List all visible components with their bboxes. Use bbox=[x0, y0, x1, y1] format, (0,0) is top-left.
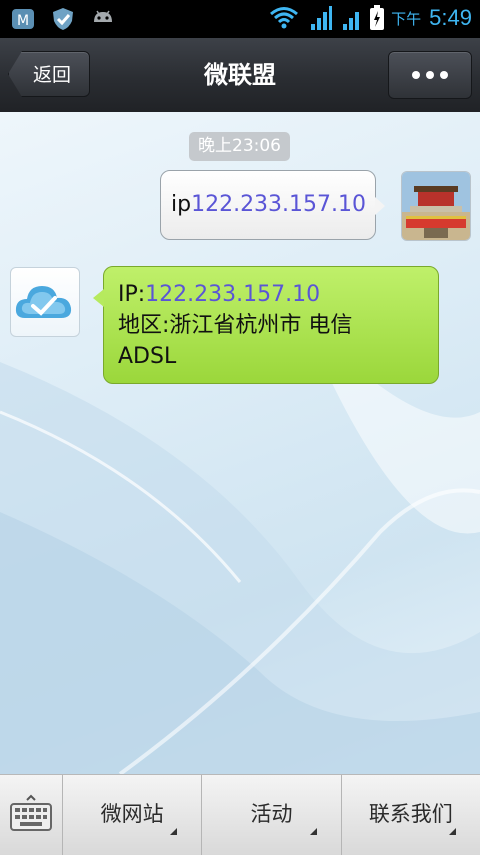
security-notification-icon bbox=[53, 8, 73, 30]
message-prefix: ip bbox=[171, 192, 192, 217]
android-icon bbox=[94, 10, 112, 22]
menu-contact-us[interactable]: 联系我们 bbox=[342, 775, 480, 855]
message-timestamp: 晚上23:06 bbox=[189, 132, 290, 161]
svg-text:M: M bbox=[17, 13, 29, 29]
menu-activities[interactable]: 活动 bbox=[202, 775, 342, 855]
user-avatar[interactable] bbox=[401, 171, 471, 241]
menu-label: 微网站 bbox=[100, 802, 164, 826]
chat-area[interactable]: 晚上23:06 ip122.233.157.10 IP:122.233.157.… bbox=[0, 112, 480, 774]
wifi-icon bbox=[270, 7, 299, 29]
keyboard-icon bbox=[10, 794, 52, 831]
submenu-indicator-icon bbox=[170, 828, 178, 835]
ip-link[interactable]: 122.233.157.10 bbox=[191, 192, 366, 217]
bot-avatar[interactable] bbox=[10, 267, 80, 337]
keyboard-toggle-button[interactable] bbox=[0, 775, 63, 855]
ip-link[interactable]: 122.233.157.10 bbox=[145, 282, 320, 307]
menu-micro-site[interactable]: 微网站 bbox=[63, 775, 203, 855]
submenu-indicator-icon bbox=[448, 828, 456, 835]
status-time: 5:49 bbox=[429, 5, 472, 30]
isp-line: ADSL bbox=[118, 344, 177, 369]
ip-prefix: IP: bbox=[118, 282, 146, 307]
signal-g-icon bbox=[343, 12, 360, 30]
app-notification-icon: M bbox=[12, 9, 34, 29]
more-dot-icon bbox=[440, 71, 448, 79]
menu-label: 联系我们 bbox=[368, 802, 453, 826]
back-button[interactable]: 返回 bbox=[8, 51, 90, 97]
status-bar: M 下午 5:49 bbox=[0, 0, 480, 38]
more-dot-icon bbox=[412, 71, 420, 79]
more-button[interactable] bbox=[388, 51, 472, 99]
menu-label: 活动 bbox=[250, 802, 293, 826]
bottom-menu-bar: 微网站 活动 联系我们 bbox=[0, 774, 480, 855]
signal-3g-icon bbox=[311, 6, 333, 30]
status-ampm: 下午 bbox=[391, 9, 422, 28]
incoming-message[interactable]: IP:122.233.157.10 地区:浙江省杭州市 电信 ADSL bbox=[93, 266, 439, 384]
cloud-check-icon bbox=[15, 286, 72, 318]
more-dot-icon bbox=[426, 71, 434, 79]
outgoing-message[interactable]: ip122.233.157.10 bbox=[160, 170, 385, 240]
title-bar: 返回 微联盟 bbox=[0, 38, 480, 113]
submenu-indicator-icon bbox=[309, 828, 317, 835]
battery-icon bbox=[370, 5, 385, 30]
ip-line: IP:122.233.157.10 bbox=[118, 279, 424, 310]
region-line: 地区:浙江省杭州市 电信 bbox=[118, 313, 353, 338]
landmark-photo-icon bbox=[402, 172, 470, 240]
